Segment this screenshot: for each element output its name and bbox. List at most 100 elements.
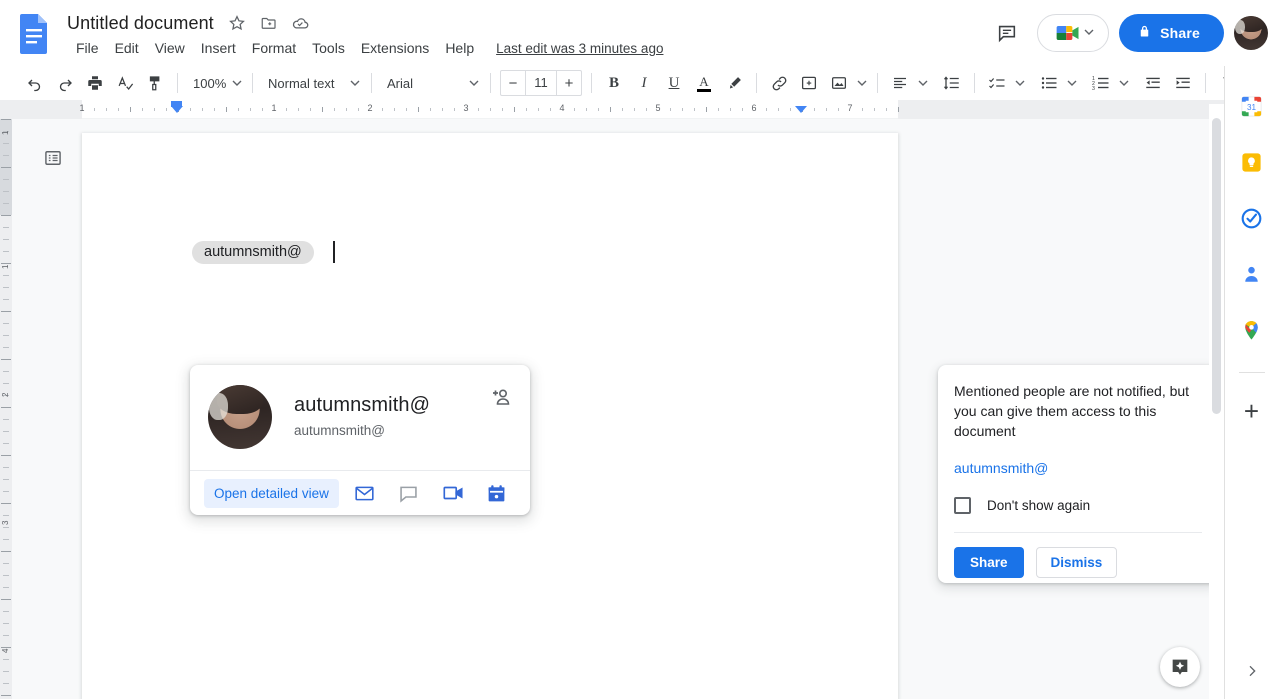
- get-add-ons-button[interactable]: +: [1236, 395, 1268, 427]
- italic-button[interactable]: I: [629, 68, 659, 98]
- link-icon[interactable]: [764, 68, 794, 98]
- redo-icon[interactable]: [50, 68, 80, 98]
- font-size-input[interactable]: 11: [525, 71, 557, 95]
- menu-edit[interactable]: Edit: [107, 38, 147, 58]
- notice-buttons: Share Dismiss: [954, 547, 1202, 578]
- vertical-ruler-tick: [1, 551, 11, 552]
- left-indent-marker[interactable]: [171, 106, 183, 113]
- show-document-outline-icon[interactable]: [38, 143, 68, 173]
- font-family-value: Arial: [387, 75, 414, 91]
- font-family-select[interactable]: Arial: [379, 69, 483, 97]
- menu-format[interactable]: Format: [244, 38, 304, 58]
- menu-insert[interactable]: Insert: [193, 38, 244, 58]
- checklist-dropdown-icon[interactable]: [1012, 68, 1028, 98]
- vertical-ruler[interactable]: 1 1 2 3 4: [0, 119, 12, 699]
- bold-button[interactable]: B: [599, 68, 629, 98]
- print-icon[interactable]: [80, 68, 110, 98]
- decrease-font-size-button[interactable]: −: [501, 71, 525, 95]
- star-icon[interactable]: [225, 11, 249, 35]
- vertical-scrollbar-thumb[interactable]: [1212, 118, 1221, 414]
- google-calendar-icon[interactable]: 31: [1236, 90, 1268, 122]
- share-button[interactable]: Share: [1119, 14, 1224, 52]
- ruler-number: 1: [79, 103, 85, 113]
- toolbar-divider: [1205, 73, 1206, 93]
- ruler-tick: [262, 108, 263, 111]
- decrease-indent-icon[interactable]: [1138, 68, 1168, 98]
- paragraph-style-select[interactable]: Normal text: [260, 69, 364, 97]
- zoom-select[interactable]: 100%: [185, 69, 245, 97]
- text-color-button[interactable]: A: [689, 68, 719, 98]
- align-dropdown-icon[interactable]: [915, 68, 931, 98]
- increase-font-size-button[interactable]: +: [557, 71, 581, 95]
- notice-share-button[interactable]: Share: [954, 547, 1024, 578]
- ruler-tick: [898, 107, 899, 112]
- add-person-icon[interactable]: [484, 381, 516, 413]
- expand-side-panel-icon[interactable]: [1236, 655, 1268, 687]
- menu-file[interactable]: File: [68, 38, 107, 58]
- ruler-tick: [634, 108, 635, 111]
- meet-icon: [1056, 26, 1079, 40]
- add-comment-icon[interactable]: [794, 68, 824, 98]
- google-contacts-icon[interactable]: [1236, 258, 1268, 290]
- numbered-list-icon[interactable]: 1 2 3: [1086, 68, 1116, 98]
- toolbar-divider: [371, 73, 372, 93]
- first-line-indent-marker[interactable]: [171, 101, 182, 107]
- vertical-ruler-tick: [1, 455, 11, 456]
- vertical-ruler-tick: [3, 575, 9, 576]
- move-to-folder-icon[interactable]: [257, 11, 281, 35]
- menu-tools[interactable]: Tools: [304, 38, 353, 58]
- ruler-tick: [226, 107, 227, 112]
- explore-icon[interactable]: [1160, 647, 1200, 687]
- vertical-scrollbar[interactable]: [1209, 104, 1224, 699]
- insert-image-dropdown-icon[interactable]: [854, 68, 870, 98]
- spellcheck-icon[interactable]: [110, 68, 140, 98]
- vertical-ruler-number: 1: [1, 130, 10, 135]
- comment-history-icon[interactable]: [987, 13, 1027, 53]
- email-icon[interactable]: [347, 477, 383, 509]
- ruler-tick: [106, 108, 107, 111]
- mention-chip[interactable]: autumnsmith@: [192, 241, 314, 264]
- google-tasks-icon[interactable]: [1236, 202, 1268, 234]
- ruler-tick: [250, 108, 251, 111]
- last-edit-link[interactable]: Last edit was 3 minutes ago: [496, 41, 663, 56]
- ruler-tick: [586, 108, 587, 111]
- google-docs-logo-icon[interactable]: [17, 12, 51, 56]
- ruler-tick: [190, 108, 191, 111]
- cloud-saved-icon[interactable]: [289, 11, 313, 35]
- numbered-list-dropdown-icon[interactable]: [1116, 68, 1132, 98]
- increase-indent-icon[interactable]: [1168, 68, 1198, 98]
- notice-person-link[interactable]: autumnsmith@: [954, 460, 1048, 476]
- ruler-tick: [718, 108, 719, 111]
- video-call-icon[interactable]: [435, 477, 471, 509]
- open-detailed-view-button[interactable]: Open detailed view: [204, 478, 339, 508]
- align-icon[interactable]: [885, 68, 915, 98]
- meet-button[interactable]: [1037, 14, 1110, 52]
- highlight-pen-icon[interactable]: [719, 68, 749, 98]
- document-title[interactable]: Untitled document: [64, 12, 217, 35]
- chat-icon[interactable]: [391, 477, 427, 509]
- account-avatar[interactable]: [1234, 16, 1268, 50]
- horizontal-ruler[interactable]: 1 1 2 3 4 5 6 7: [0, 100, 1224, 119]
- vertical-ruler-tick: [1, 119, 11, 120]
- undo-icon[interactable]: [20, 68, 50, 98]
- toolbar-divider: [756, 73, 757, 93]
- meet-dropdown-caret[interactable]: [1084, 24, 1094, 42]
- menu-view[interactable]: View: [147, 38, 193, 58]
- bulleted-list-icon[interactable]: [1034, 68, 1064, 98]
- menu-extensions[interactable]: Extensions: [353, 38, 437, 58]
- dont-show-again-checkbox[interactable]: [954, 497, 971, 514]
- google-maps-icon[interactable]: [1236, 314, 1268, 346]
- right-indent-marker[interactable]: [795, 106, 807, 113]
- google-keep-icon[interactable]: [1236, 146, 1268, 178]
- underline-button[interactable]: U: [659, 68, 689, 98]
- menu-bar: File Edit View Insert Format Tools Exten…: [68, 38, 663, 58]
- menu-help[interactable]: Help: [437, 38, 482, 58]
- calendar-icon[interactable]: [479, 477, 515, 509]
- notice-dismiss-button[interactable]: Dismiss: [1035, 547, 1118, 578]
- ruler-tick: [418, 107, 419, 112]
- insert-image-icon[interactable]: [824, 68, 854, 98]
- bulleted-list-dropdown-icon[interactable]: [1064, 68, 1080, 98]
- line-spacing-icon[interactable]: [937, 68, 967, 98]
- paint-format-icon[interactable]: [140, 68, 170, 98]
- checklist-icon[interactable]: [982, 68, 1012, 98]
